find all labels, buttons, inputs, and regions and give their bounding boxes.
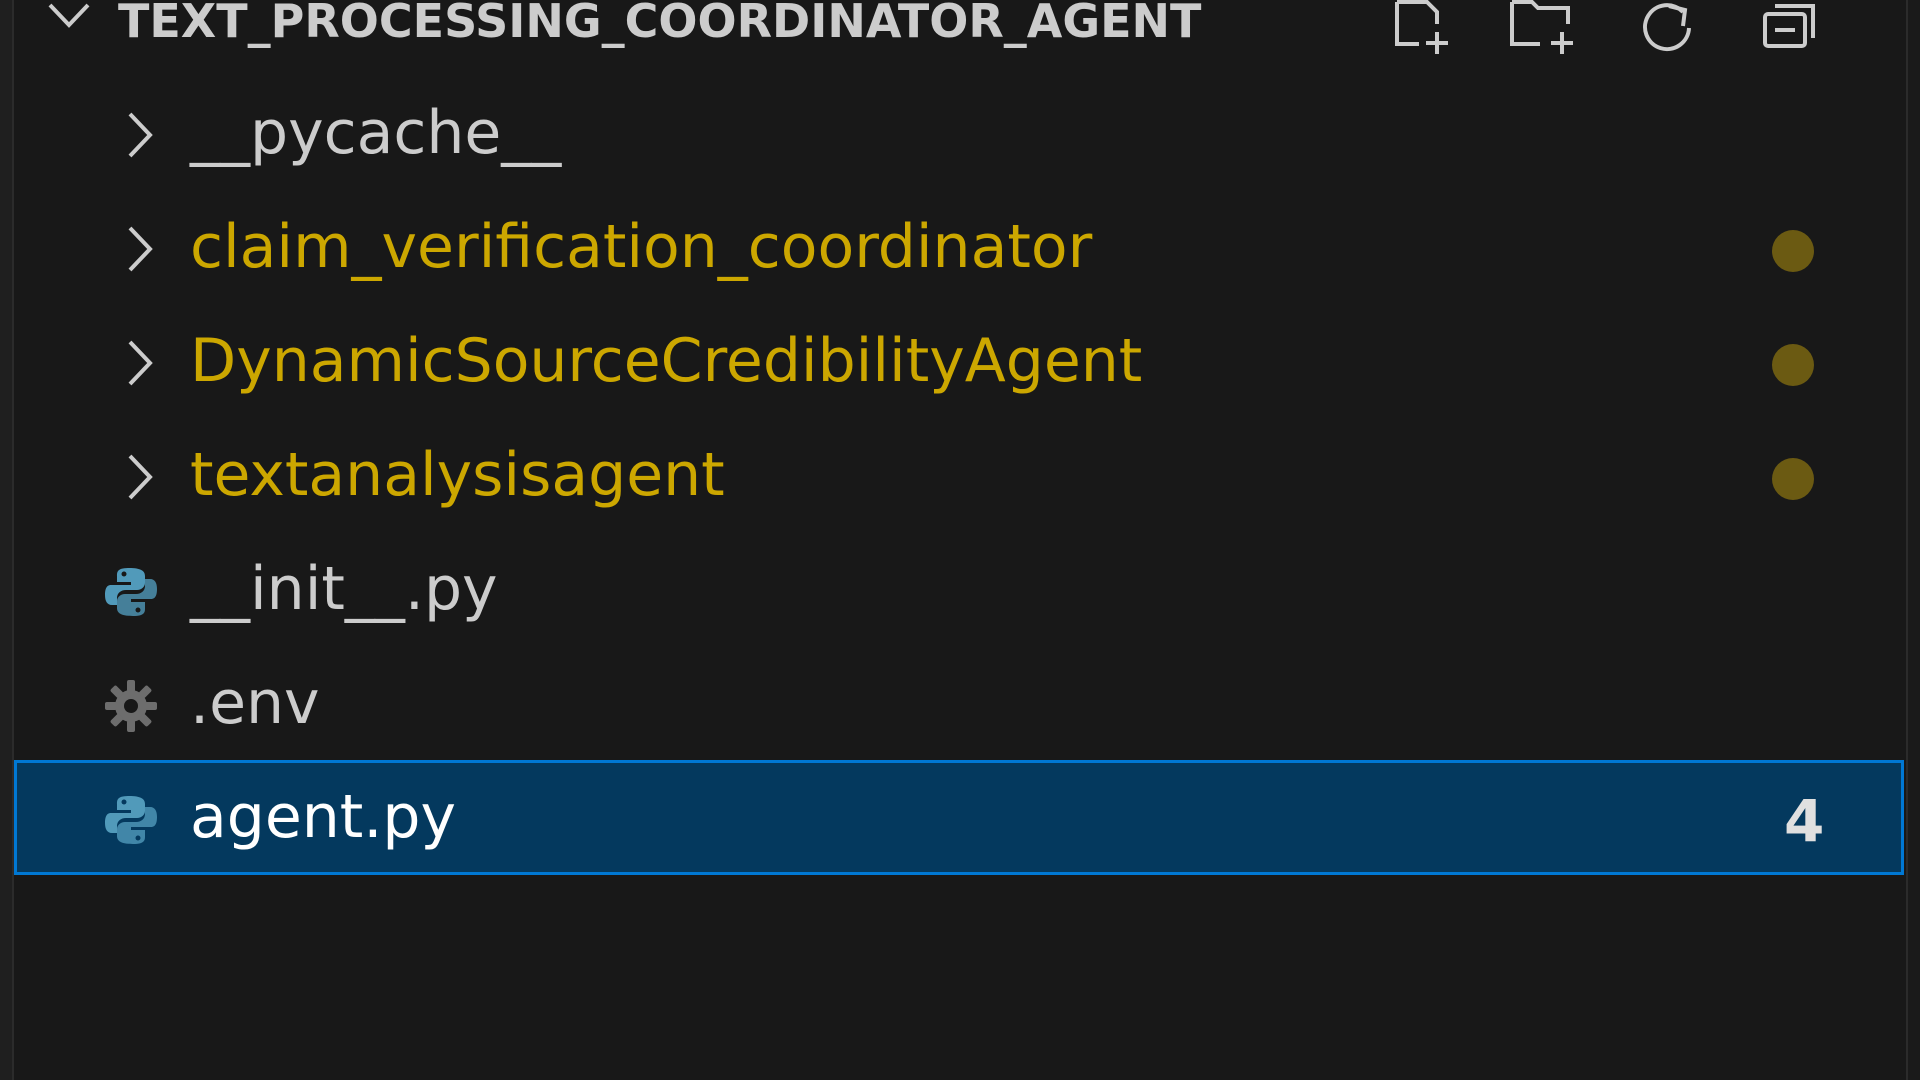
chevron-down-icon[interactable] bbox=[44, 0, 94, 36]
tree-item-init-py[interactable]: __init__.py bbox=[14, 532, 1904, 647]
tree-item-claim-verification-coordinator[interactable]: claim_verification_coordinator bbox=[14, 190, 1904, 305]
activity-divider bbox=[0, 0, 14, 1080]
tree-item-agent-py[interactable]: agent.py 4 bbox=[14, 760, 1904, 875]
tree-item-dynamic-source-credibility-agent[interactable]: DynamicSourceCredibilityAgent bbox=[14, 304, 1904, 419]
chevron-right-icon[interactable] bbox=[114, 452, 164, 502]
explorer-panel: TEXT_PROCESSING_COORDINATOR_AGENT __pyca… bbox=[0, 0, 1920, 1080]
tree-item-label: textanalysisagent bbox=[190, 440, 725, 510]
tree-item-label: DynamicSourceCredibilityAgent bbox=[190, 326, 1143, 396]
tree-item-label: .env bbox=[190, 668, 320, 738]
chevron-right-icon[interactable] bbox=[114, 110, 164, 160]
chevron-right-icon[interactable] bbox=[114, 224, 164, 274]
tree-item-pycache[interactable]: __pycache__ bbox=[14, 76, 1904, 191]
new-folder-icon[interactable] bbox=[1506, 0, 1586, 58]
collapse-all-icon[interactable] bbox=[1750, 0, 1830, 58]
tree-item-env[interactable]: .env bbox=[14, 646, 1904, 761]
modified-dot-icon bbox=[1772, 230, 1814, 272]
python-icon bbox=[96, 790, 166, 850]
modified-dot-icon bbox=[1772, 344, 1814, 386]
tree-item-label: agent.py bbox=[190, 782, 456, 852]
chevron-right-icon[interactable] bbox=[114, 338, 164, 388]
tree-item-label: __init__.py bbox=[190, 554, 498, 624]
folder-title: TEXT_PROCESSING_COORDINATOR_AGENT bbox=[118, 0, 1202, 48]
tree-item-textanalysisagent[interactable]: textanalysisagent bbox=[14, 418, 1904, 533]
python-icon bbox=[96, 562, 166, 622]
tree-item-label: __pycache__ bbox=[190, 98, 562, 168]
modified-dot-icon bbox=[1772, 458, 1814, 500]
header-actions bbox=[1384, 0, 1830, 58]
folder-header[interactable]: TEXT_PROCESSING_COORDINATOR_AGENT bbox=[14, 0, 1894, 54]
gear-icon bbox=[96, 676, 166, 736]
refresh-icon[interactable] bbox=[1628, 0, 1708, 58]
scrollbar-track[interactable] bbox=[1906, 0, 1920, 1080]
tree-item-label: claim_verification_coordinator bbox=[190, 212, 1093, 282]
new-file-icon[interactable] bbox=[1384, 0, 1464, 58]
problems-count-badge: 4 bbox=[1784, 787, 1825, 855]
